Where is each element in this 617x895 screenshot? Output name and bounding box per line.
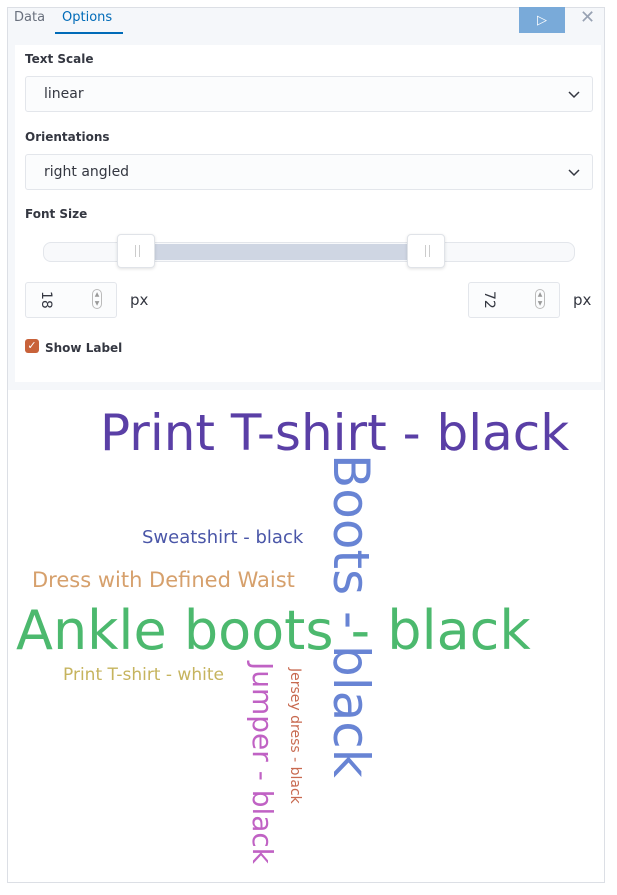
word[interactable]: Sweatshirt - black bbox=[142, 529, 303, 547]
min-unit: px bbox=[130, 291, 149, 309]
word[interactable]: Print T-shirt - black bbox=[100, 408, 569, 458]
font-size-range-fill bbox=[150, 244, 412, 260]
close-icon[interactable]: ✕ bbox=[580, 7, 595, 28]
tab-data[interactable]: Data bbox=[14, 10, 45, 25]
font-size-max-handle[interactable] bbox=[407, 234, 445, 268]
word[interactable]: Print T-shirt - white bbox=[63, 667, 224, 684]
text-scale-label: Text Scale bbox=[25, 52, 94, 66]
active-tab-indicator bbox=[55, 32, 123, 34]
chevron-down-icon bbox=[568, 169, 580, 177]
text-scale-value: linear bbox=[44, 86, 84, 102]
orientations-value: right angled bbox=[44, 164, 130, 180]
word-cloud: Print T-shirt - black Boots - black Swea… bbox=[8, 390, 604, 882]
orientations-select[interactable]: right angled bbox=[25, 154, 593, 190]
tab-options[interactable]: Options bbox=[62, 10, 112, 25]
text-scale-select[interactable]: linear bbox=[25, 76, 593, 112]
stepper-icon[interactable]: ▲ ▼ bbox=[92, 289, 102, 309]
word[interactable]: Jumper - black bbox=[246, 662, 279, 864]
font-size-max-input[interactable]: 72 ▲ ▼ bbox=[468, 282, 560, 318]
show-label-checkbox[interactable]: ✓ bbox=[25, 339, 39, 353]
checkmark-icon: ✓ bbox=[27, 339, 37, 352]
font-size-min-value: 18 bbox=[38, 291, 54, 309]
apply-button[interactable]: ▷ bbox=[519, 7, 565, 33]
font-size-label: Font Size bbox=[25, 207, 88, 221]
stepper-icon[interactable]: ▲ ▼ bbox=[535, 289, 545, 309]
word[interactable]: Ankle boots - black bbox=[16, 604, 531, 658]
word[interactable]: Dress with Defined Waist bbox=[32, 570, 295, 591]
orientations-label: Orientations bbox=[25, 130, 110, 144]
play-icon: ▷ bbox=[537, 12, 547, 28]
font-size-max-value: 72 bbox=[481, 291, 497, 309]
font-size-min-input[interactable]: 18 ▲ ▼ bbox=[25, 282, 117, 318]
show-label-label[interactable]: Show Label bbox=[45, 341, 122, 355]
word[interactable]: Jersey dress - black bbox=[287, 668, 303, 804]
max-unit: px bbox=[573, 291, 592, 309]
chevron-down-icon bbox=[568, 91, 580, 99]
font-size-min-handle[interactable] bbox=[117, 234, 155, 268]
